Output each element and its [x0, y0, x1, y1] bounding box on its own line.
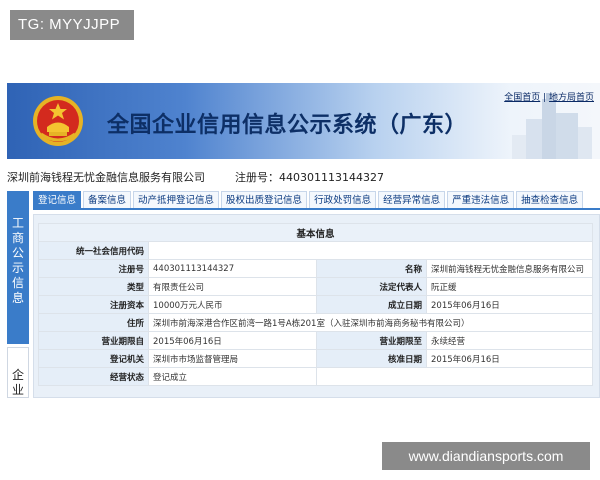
tab-filing[interactable]: 备案信息 [83, 191, 132, 208]
link-separator: | [540, 93, 549, 103]
term-to-value: 永续经营 [426, 331, 593, 350]
table-header: 基本信息 [38, 223, 593, 242]
rail-char: 企 [11, 368, 24, 382]
tab-spot-check[interactable]: 抽查检查信息 [516, 191, 584, 208]
table-row: 注册号 440301113144327 名称 深圳前海钱程无忧金融信息服务有限公… [38, 259, 593, 278]
approve-date-label: 核准日期 [316, 349, 427, 368]
rail-char: 商 [11, 231, 24, 245]
table-row: 类型 有限责任公司 法定代表人 阮正缓 [38, 277, 593, 296]
approve-date-value: 2015年06月16日 [426, 349, 593, 368]
tab-registration[interactable]: 登记信息 [33, 191, 82, 208]
company-name: 深圳前海钱程无忧金融信息服务有限公司 [7, 171, 205, 184]
credit-code-value [148, 241, 593, 260]
rail-tab-qiye[interactable]: 企 业 [7, 347, 29, 398]
name-label: 名称 [316, 259, 427, 278]
company-reg-number: 注册号：440301113144327 [235, 171, 384, 184]
tab-equity-pledge[interactable]: 股权出质登记信息 [221, 191, 308, 208]
site-title: 全国企业信用信息公示系统（广东） [107, 113, 468, 138]
rail-char: 信 [11, 276, 24, 290]
left-rail: 工 商 公 示 信 息 企 业 [7, 191, 29, 398]
rail-char: 公 [11, 246, 24, 260]
legal-rep-value: 阮正缓 [426, 277, 593, 296]
empty-cell [316, 367, 593, 386]
capital-value: 10000万元人民币 [148, 295, 317, 314]
capital-label: 注册资本 [38, 295, 149, 314]
table-row: 营业期限自 2015年06月16日 营业期限至 永续经营 [38, 331, 593, 350]
reg-no-label: 注册号 [38, 259, 149, 278]
info-tabs: 登记信息 备案信息 动产抵押登记信息 股权出质登记信息 行政处罚信息 经营异常信… [33, 191, 600, 210]
status-value: 登记成立 [148, 367, 317, 386]
rail-char: 示 [11, 261, 24, 275]
table-row: 登记机关 深圳市市场监督管理局 核准日期 2015年06月16日 [38, 349, 593, 368]
site-banner: 全国企业信用信息公示系统（广东） 全国首页 | 地方局首页 [7, 83, 600, 159]
legal-rep-label: 法定代表人 [316, 277, 427, 296]
authority-label: 登记机关 [38, 349, 149, 368]
address-label: 住所 [38, 313, 149, 332]
rail-char: 息 [11, 291, 24, 305]
credit-code-label: 统一社会信用代码 [38, 241, 149, 260]
tab-serious-violation[interactable]: 严重违法信息 [447, 191, 515, 208]
table-row: 统一社会信用代码 [38, 241, 593, 260]
national-emblem-icon [33, 96, 83, 146]
rail-char: 业 [11, 383, 24, 397]
status-label: 经营状态 [38, 367, 149, 386]
local-home-link[interactable]: 地方局首页 [549, 93, 594, 103]
table-row: 基本信息 [38, 223, 593, 242]
authority-value: 深圳市市场监督管理局 [148, 349, 317, 368]
reg-no-value: 440301113144327 [148, 259, 317, 278]
type-value: 有限责任公司 [148, 277, 317, 296]
company-header: 深圳前海钱程无忧金融信息服务有限公司 注册号：440301113144327 [7, 169, 600, 187]
table-row: 经营状态 登记成立 [38, 367, 593, 386]
tab-abnormal-operation[interactable]: 经营异常信息 [378, 191, 446, 208]
rail-tab-gongshang[interactable]: 工 商 公 示 信 息 [7, 191, 29, 344]
basic-info-table: 基本信息 统一社会信用代码 注册号 440301113144327 名称 深圳前… [38, 223, 593, 386]
tab-chattel-mortgage[interactable]: 动产抵押登记信息 [133, 191, 220, 208]
bottom-watermark: www.diandiansports.com [382, 442, 590, 470]
rail-char: 工 [11, 216, 24, 230]
found-date-label: 成立日期 [316, 295, 427, 314]
type-label: 类型 [38, 277, 149, 296]
top-watermark: TG: MYYJJPP [10, 10, 134, 40]
name-value: 深圳前海钱程无忧金融信息服务有限公司 [426, 259, 593, 278]
term-to-label: 营业期限至 [316, 331, 427, 350]
term-from-value: 2015年06月16日 [148, 331, 317, 350]
table-row: 注册资本 10000万元人民币 成立日期 2015年06月16日 [38, 295, 593, 314]
home-link[interactable]: 全国首页 [504, 93, 540, 103]
banner-links: 全国首页 | 地方局首页 [504, 90, 594, 103]
found-date-value: 2015年06月16日 [426, 295, 593, 314]
address-value: 深圳市前海深港合作区前湾一路1号A栋201室（入驻深圳市前海商务秘书有限公司） [148, 313, 593, 332]
term-from-label: 营业期限自 [38, 331, 149, 350]
table-row: 住所 深圳市前海深港合作区前湾一路1号A栋201室（入驻深圳市前海商务秘书有限公… [38, 313, 593, 332]
basic-info-panel: 基本信息 统一社会信用代码 注册号 440301113144327 名称 深圳前… [33, 214, 600, 398]
tab-admin-penalty[interactable]: 行政处罚信息 [309, 191, 377, 208]
